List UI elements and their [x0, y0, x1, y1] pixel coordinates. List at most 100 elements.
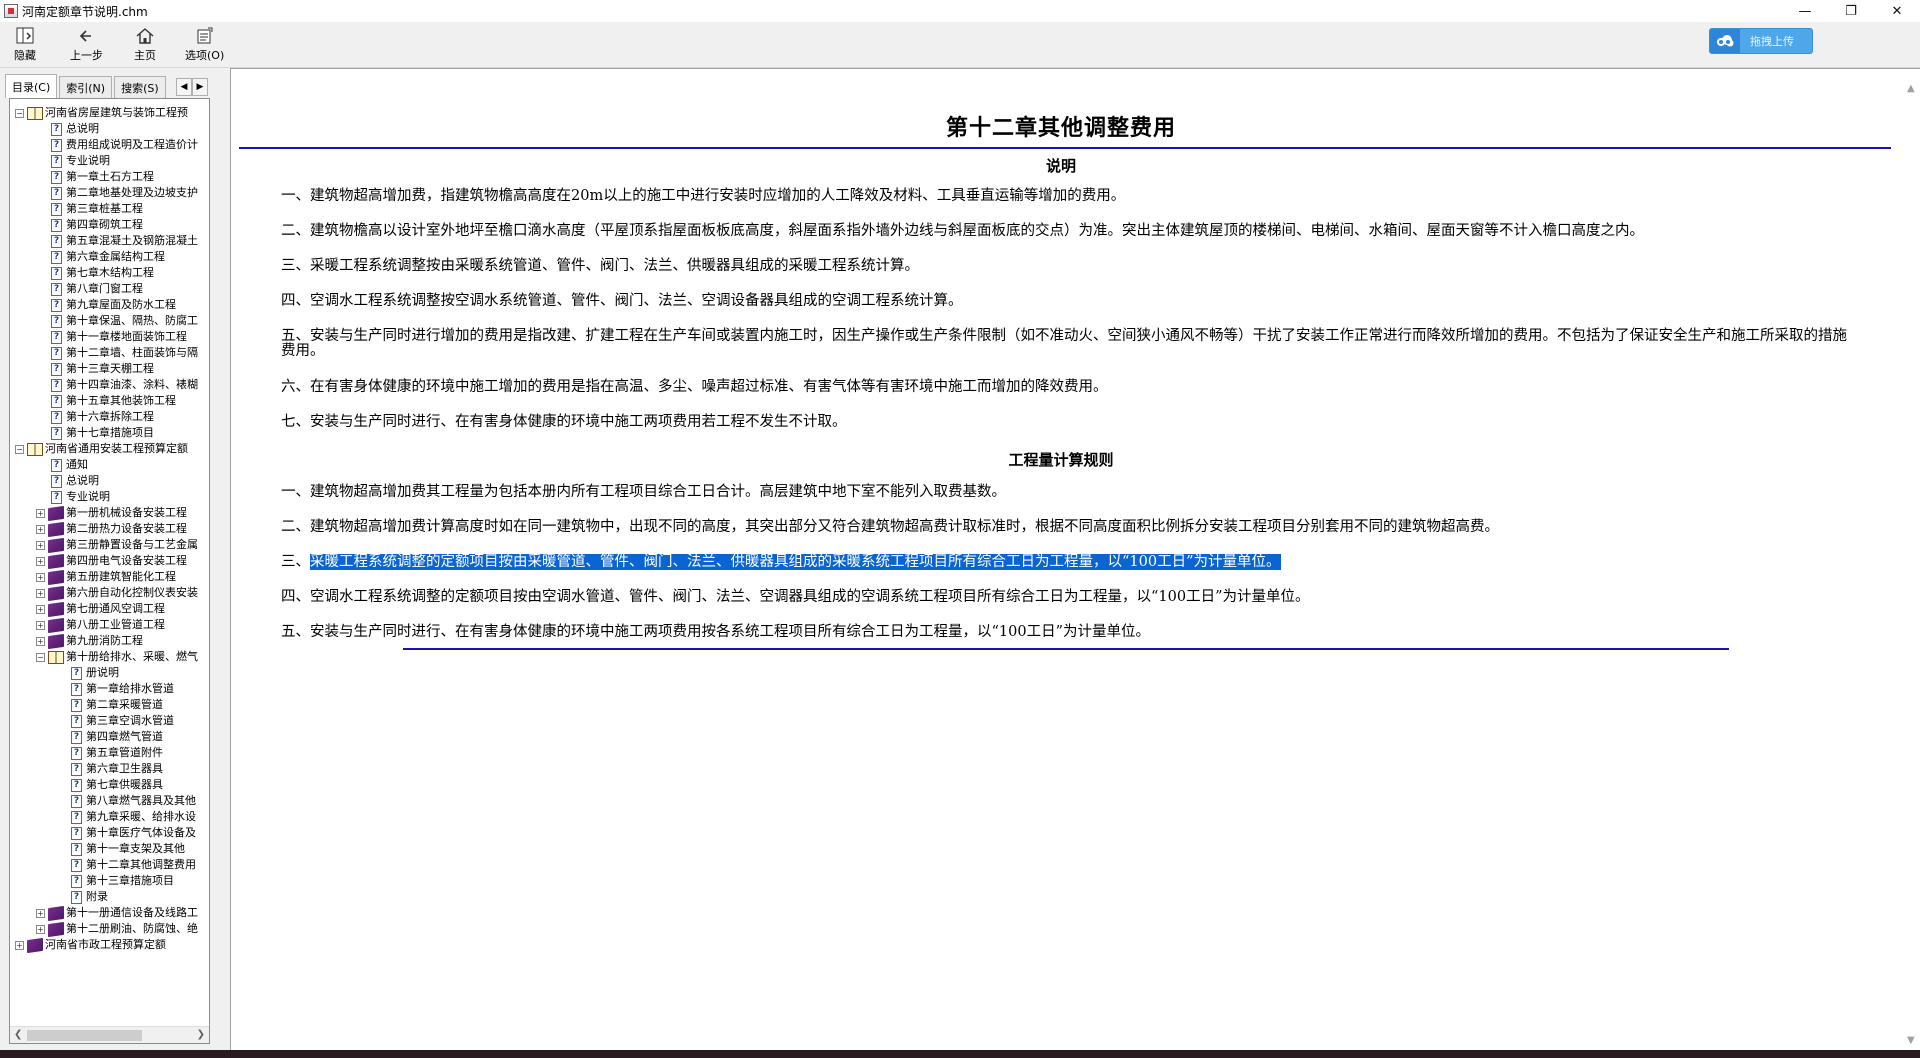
tree-item[interactable]: ? 附录: [10, 889, 209, 905]
tree-item[interactable]: ? 第八章燃气器具及其他: [10, 793, 209, 809]
maximize-button[interactable]: ❐: [1828, 0, 1874, 22]
tree-item-label: 第四册电气设备安装工程: [66, 554, 187, 567]
tree-item[interactable]: + 第二册热力设备安装工程: [10, 521, 209, 537]
tree-item[interactable]: ? 第十二章墙、柱面装饰与隔: [10, 345, 209, 361]
tree-item[interactable]: + 第一册机械设备安装工程: [10, 505, 209, 521]
tree-item[interactable]: ? 第一章土石方工程: [10, 169, 209, 185]
tree-item[interactable]: ? 第二章采暖管道: [10, 697, 209, 713]
expand-icon[interactable]: +: [36, 524, 45, 534]
tree-item[interactable]: ? 第六章卫生器具: [10, 761, 209, 777]
tree-item[interactable]: + 第九册消防工程: [10, 633, 209, 649]
tree-item[interactable]: ? 第四章砌筑工程: [10, 217, 209, 233]
tree-item[interactable]: + 第五册建筑智能化工程: [10, 569, 209, 585]
tree-item[interactable]: ? 第五章混凝土及钢筋混凝土: [10, 233, 209, 249]
tree-item[interactable]: + 第三册静置设备与工艺金属: [10, 537, 209, 553]
home-button[interactable]: 主页: [134, 24, 156, 66]
selected-text[interactable]: 采暖工程系统调整的定额项目按由采暖管道、管件、阀门、法兰、供暖器具组成的采暖系统…: [310, 554, 1281, 570]
tree-item[interactable]: ? 第十一章支架及其他: [10, 841, 209, 857]
expand-icon[interactable]: +: [36, 588, 45, 598]
tree-item[interactable]: ? 通知: [10, 457, 209, 473]
tab-scroll-left-icon[interactable]: ◀: [176, 78, 192, 96]
tab-scroll-right-icon[interactable]: ▶: [192, 78, 208, 96]
content-vertical-scrollbar[interactable]: ▲ ▼: [1903, 69, 1920, 1050]
tree-item[interactable]: ? 第十章保温、隔热、防腐工: [10, 313, 209, 329]
tree-item[interactable]: ? 第九章采暖、给排水设: [10, 809, 209, 825]
tree-item[interactable]: ? 费用组成说明及工程造价计: [10, 137, 209, 153]
tree-item[interactable]: ? 第六章金属结构工程: [10, 249, 209, 265]
tree-item[interactable]: + 第七册通风空调工程: [10, 601, 209, 617]
content-pane: 第十二章其他调整费用 说明 一、建筑物超高增加费，指建筑物檐高高度在20m以上的…: [230, 68, 1920, 1050]
tree-item[interactable]: ? 第十五章其他装饰工程: [10, 393, 209, 409]
tree-item-label: 第二章采暖管道: [86, 698, 163, 711]
tree-item[interactable]: ? 第一章给排水管道: [10, 681, 209, 697]
collapse-icon[interactable]: −: [15, 108, 24, 118]
expand-icon[interactable]: +: [36, 556, 45, 566]
tab-search[interactable]: 搜索(S): [114, 76, 166, 98]
tree-item[interactable]: + 第四册电气设备安装工程: [10, 553, 209, 569]
back-button[interactable]: 上一步: [70, 24, 103, 66]
collapse-icon[interactable]: −: [36, 652, 45, 662]
closed-book-icon: [27, 937, 43, 953]
tree-item[interactable]: ? 第五章管道附件: [10, 745, 209, 761]
expand-icon[interactable]: +: [36, 572, 45, 582]
tree-item[interactable]: − 河南省房屋建筑与装饰工程预: [10, 105, 209, 121]
tree-item[interactable]: ? 总说明: [10, 121, 209, 137]
pane-splitter[interactable]: [216, 68, 230, 1050]
expand-icon[interactable]: +: [36, 540, 45, 550]
tree-item[interactable]: ? 总说明: [10, 473, 209, 489]
options-button[interactable]: 选项(O): [185, 24, 224, 66]
tree-item[interactable]: ? 专业说明: [10, 153, 209, 169]
scroll-up-icon[interactable]: ▲: [1907, 83, 1915, 94]
tree-item[interactable]: ? 第十二章其他调整费用: [10, 857, 209, 873]
tree-item[interactable]: + 河南省市政工程预算定额: [10, 937, 209, 953]
tree-item[interactable]: ? 第十章医疗气体设备及: [10, 825, 209, 841]
close-button[interactable]: ✕: [1874, 0, 1920, 22]
expand-icon[interactable]: +: [36, 636, 45, 646]
tree-item[interactable]: + 第六册自动化控制仪表安装: [10, 585, 209, 601]
tree-item[interactable]: ? 第九章屋面及防水工程: [10, 297, 209, 313]
scroll-right-icon[interactable]: ❯: [197, 1029, 205, 1040]
tree-item[interactable]: ? 第十三章天棚工程: [10, 361, 209, 377]
footer-rule: [403, 648, 1729, 650]
tree-item[interactable]: ? 第十四章油漆、涂料、裱糊: [10, 377, 209, 393]
tree-item[interactable]: + 第八册工业管道工程: [10, 617, 209, 633]
tree-item[interactable]: ? 第十一章楼地面装饰工程: [10, 329, 209, 345]
tree-item[interactable]: − 第十册给排水、采暖、燃气: [10, 649, 209, 665]
expand-icon[interactable]: +: [36, 924, 45, 934]
contents-tree[interactable]: − 河南省房屋建筑与装饰工程预? 总说明? 费用组成说明及工程造价计? 专业说明? 第一章…: [9, 98, 210, 1044]
tab-contents[interactable]: 目录(C): [5, 74, 58, 98]
tree-item[interactable]: ? 第十六章拆除工程: [10, 409, 209, 425]
collapse-icon[interactable]: −: [15, 444, 24, 454]
expand-icon[interactable]: +: [15, 940, 24, 950]
hide-button[interactable]: 隐藏: [14, 24, 36, 66]
expand-icon[interactable]: +: [36, 620, 45, 630]
drag-upload-button[interactable]: 拖拽上传: [1709, 28, 1813, 54]
tree-item[interactable]: ? 第四章燃气管道: [10, 729, 209, 745]
tree-item[interactable]: + 第十一册通信设备及线路工: [10, 905, 209, 921]
tree-item[interactable]: − 河南省通用安装工程预算定额: [10, 441, 209, 457]
expand-icon[interactable]: +: [36, 604, 45, 614]
minimize-button[interactable]: —: [1782, 0, 1828, 22]
paragraph-selected[interactable]: 三、采暖工程系统调整的定额项目按由采暖管道、管件、阀门、法兰、供暖器具组成的采暖…: [281, 554, 1881, 570]
scroll-down-icon[interactable]: ▼: [1907, 1035, 1915, 1046]
tree-item[interactable]: ? 第七章供暖器具: [10, 777, 209, 793]
tab-index[interactable]: 索引(N): [59, 76, 113, 98]
tree-item[interactable]: + 第十二册刷油、防腐蚀、绝: [10, 921, 209, 937]
expand-icon[interactable]: +: [36, 508, 45, 518]
scroll-left-icon[interactable]: ❮: [14, 1029, 22, 1040]
expand-icon[interactable]: +: [36, 908, 45, 918]
tree-item[interactable]: ? 第八章门窗工程: [10, 281, 209, 297]
scrollbar-thumb[interactable]: [27, 1030, 142, 1041]
tree-item[interactable]: ? 第三章桩基工程: [10, 201, 209, 217]
tree-item[interactable]: ? 第三章空调水管道: [10, 713, 209, 729]
tree-item-label: 第七章供暖器具: [86, 778, 163, 791]
tree-item[interactable]: ? 第二章地基处理及边坡支护: [10, 185, 209, 201]
tree-item[interactable]: ? 第十七章措施项目: [10, 425, 209, 441]
tree-horizontal-scrollbar[interactable]: ❮ ❯: [10, 1026, 209, 1043]
tree-item-label: 第十五章其他装饰工程: [66, 394, 176, 407]
tree-item[interactable]: ? 专业说明: [10, 489, 209, 505]
tree-item[interactable]: ? 册说明: [10, 665, 209, 681]
tree-item-label: 第二册热力设备安装工程: [66, 522, 187, 535]
tree-item[interactable]: ? 第十三章措施项目: [10, 873, 209, 889]
tree-item[interactable]: ? 第七章木结构工程: [10, 265, 209, 281]
